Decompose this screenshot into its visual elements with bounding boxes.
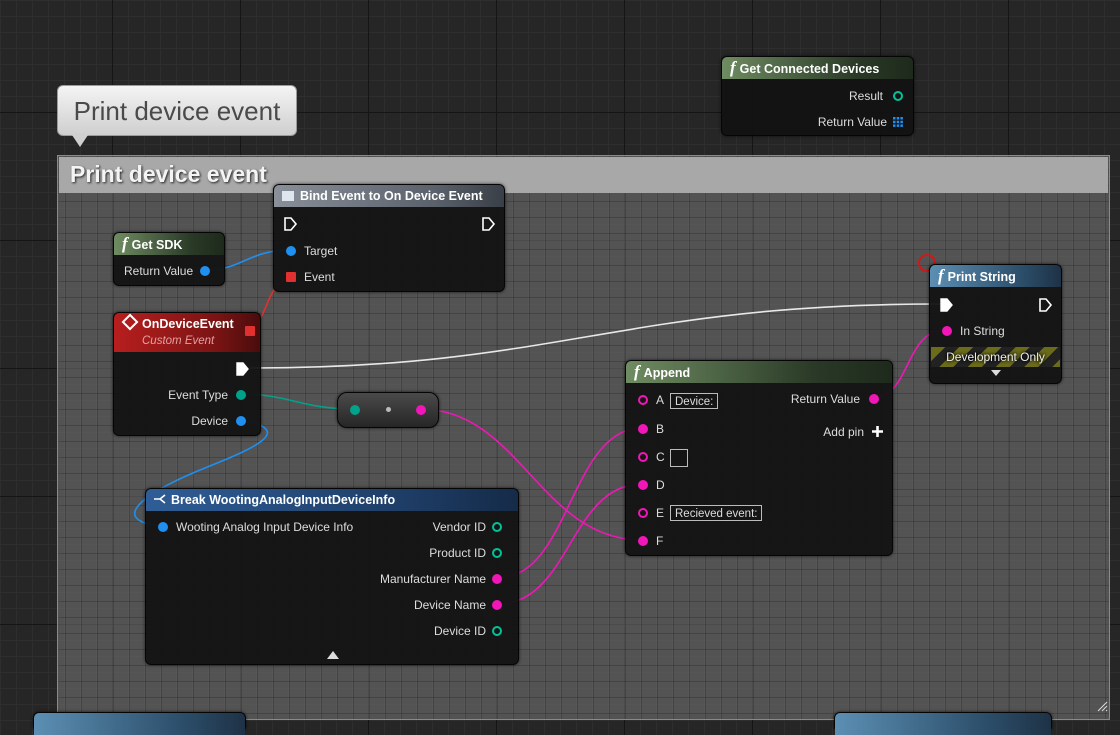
add-pin-icon[interactable] — [872, 426, 883, 437]
pin-label-return-value: Return Value — [790, 392, 860, 406]
pin-conversion-in[interactable] — [350, 405, 360, 415]
event-diamond-icon — [121, 313, 139, 331]
node-title: Print String — [947, 270, 1016, 284]
node-header — [835, 713, 1051, 735]
append-a-input[interactable]: Device: — [670, 393, 719, 409]
wire-exec — [249, 303, 941, 369]
node-append[interactable]: f Append A Device: Return Value B Add pin… — [625, 360, 893, 556]
pin-device[interactable] — [236, 416, 246, 426]
development-only-banner: Development Only — [931, 347, 1060, 367]
pin-a[interactable] — [638, 395, 648, 405]
function-icon: f — [634, 362, 640, 381]
pin-result[interactable] — [893, 91, 903, 101]
node-partial-bottom-right[interactable] — [834, 712, 1052, 735]
node-bind-event[interactable]: Bind Event to On Device Event Target Eve… — [273, 184, 505, 292]
pin-return-value[interactable] — [869, 394, 879, 404]
pin-label-event: Event — [304, 270, 335, 284]
add-pin-label[interactable]: Add pin — [823, 425, 864, 439]
node-title: Get SDK — [131, 238, 183, 252]
conversion-dot-icon — [386, 407, 391, 412]
pin-d[interactable] — [638, 480, 648, 490]
node-subtitle: Custom Event — [142, 335, 215, 347]
node-conversion[interactable] — [337, 392, 439, 428]
pin-event-type[interactable] — [236, 390, 246, 400]
node-title: Get Connected Devices — [739, 62, 880, 76]
node-header: f Get Connected Devices — [722, 57, 913, 79]
expand-arrow-icon[interactable] — [991, 370, 1001, 376]
pin-in-string[interactable] — [942, 326, 952, 336]
event-grid-icon — [282, 191, 294, 201]
node-break-device-info[interactable]: Break WootingAnalogInputDeviceInfo Wooti… — [145, 488, 519, 665]
node-get-connected-devices[interactable]: f Get Connected Devices Result Return Val… — [721, 56, 914, 136]
pin-label-a: A — [656, 393, 665, 407]
pin-label-in-string: In String — [960, 324, 1005, 338]
resize-grip-icon[interactable] — [1096, 700, 1108, 712]
function-icon: f — [122, 234, 128, 253]
function-icon: f — [730, 58, 736, 77]
node-header: Break WootingAnalogInputDeviceInfo — [146, 489, 518, 511]
pin-label-device-info: Wooting Analog Input Device Info — [176, 520, 354, 534]
pin-label-device-id: Device ID — [433, 624, 486, 638]
pin-delegate[interactable] — [245, 326, 255, 336]
pin-label-target: Target — [304, 244, 338, 258]
node-header: OnDeviceEvent Custom Event — [114, 313, 260, 352]
pin-event[interactable] — [286, 272, 296, 282]
pin-label-return-value: Return Value — [124, 264, 194, 278]
pin-manufacturer-name[interactable] — [492, 574, 502, 584]
pin-product-id[interactable] — [492, 548, 502, 558]
pin-target[interactable] — [286, 246, 296, 256]
append-e-input[interactable]: Recieved event: — [670, 505, 763, 521]
pin-label-device: Device — [191, 414, 228, 428]
pin-label-product-id: Product ID — [429, 546, 486, 560]
pin-label-vendor-id: Vendor ID — [432, 520, 486, 534]
node-title: OnDeviceEvent — [142, 317, 234, 331]
node-title: Break WootingAnalogInputDeviceInfo — [171, 493, 396, 507]
append-c-input[interactable] — [670, 449, 688, 467]
pin-label-e: E — [656, 506, 665, 520]
pin-label-d: D — [656, 478, 665, 492]
pin-vendor-id[interactable] — [492, 522, 502, 532]
pin-label-c: C — [656, 450, 665, 464]
node-header: f Get SDK — [114, 233, 224, 255]
break-struct-icon — [154, 489, 166, 511]
node-title: Bind Event to On Device Event — [300, 189, 483, 203]
node-header: f Append — [626, 361, 892, 383]
pin-device-info-in[interactable] — [158, 522, 168, 532]
pin-label-device-name: Device Name — [413, 598, 486, 612]
pin-f[interactable] — [638, 536, 648, 546]
node-on-device-event[interactable]: OnDeviceEvent Custom Event Event Type De… — [113, 312, 261, 436]
node-header — [34, 713, 245, 735]
wire-manufacturer-b — [497, 427, 643, 579]
pin-device-name[interactable] — [492, 600, 502, 610]
pin-b[interactable] — [638, 424, 648, 434]
pin-label-f: F — [656, 534, 664, 548]
function-icon: f — [938, 266, 944, 285]
pin-conversion-out[interactable] — [416, 405, 426, 415]
collapse-arrow-icon[interactable] — [327, 651, 339, 659]
array-pin-icon[interactable] — [893, 116, 903, 127]
node-header: Bind Event to On Device Event — [274, 185, 504, 207]
node-header: f Print String — [930, 265, 1061, 287]
pin-label-manufacturer-name: Manufacturer Name — [379, 572, 486, 586]
node-partial-bottom-left[interactable] — [33, 712, 246, 735]
node-title: Append — [643, 366, 691, 380]
node-get-sdk[interactable]: f Get SDK Return Value — [113, 232, 225, 286]
pin-label-return-value: Return Value — [817, 115, 887, 129]
pin-e[interactable] — [638, 508, 648, 518]
pin-return-value[interactable] — [200, 266, 210, 276]
node-print-string[interactable]: f Print String In String Development Only — [929, 264, 1062, 384]
pin-label-b: B — [656, 422, 665, 436]
pin-c[interactable] — [638, 452, 648, 462]
pin-label-result: Result — [848, 89, 883, 103]
pin-label-event-type: Event Type — [168, 388, 228, 402]
pin-device-id[interactable] — [492, 626, 502, 636]
